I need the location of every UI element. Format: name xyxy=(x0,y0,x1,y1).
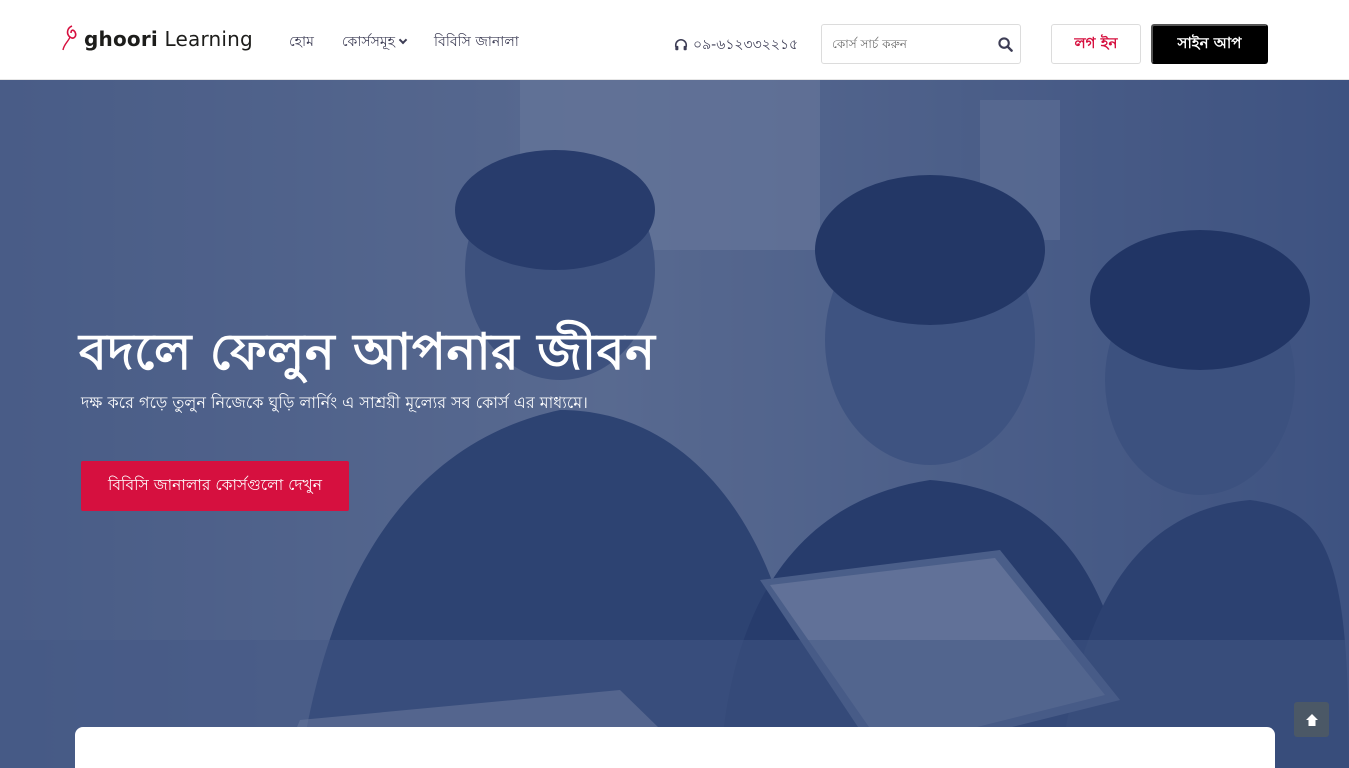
content-card xyxy=(75,727,1275,768)
course-search xyxy=(821,24,1021,64)
hero-title: বদলে ফেলুন আপনার জীবন xyxy=(79,322,656,381)
hero-color-overlay xyxy=(0,80,1349,768)
search-input[interactable] xyxy=(832,26,990,62)
logo-wordmark: ghoori Learning xyxy=(84,27,253,51)
nav-item-courses-dropdown[interactable]: কোর্সসমূহ xyxy=(341,30,408,54)
helpline[interactable]: ০৯-৬১২৩৩২২১৫ xyxy=(674,33,798,57)
login-button[interactable]: লগ ইন xyxy=(1051,24,1141,64)
main-nav: হোম কোর্সসমূহ বিবিসি জানালা xyxy=(289,30,547,54)
hero-subtitle: দক্ষ করে গড়ে তুলুন নিজেকে ঘুড়ি লার্নিং… xyxy=(81,393,588,412)
search-button[interactable] xyxy=(990,26,1020,62)
top-navbar: ghoori Learning হোম কোর্সসমূহ বিবিসি জান… xyxy=(0,0,1349,80)
headphones-icon xyxy=(674,39,688,51)
nav-item-label: বিবিসি জানালা xyxy=(434,34,519,50)
nav-item-label: হোম xyxy=(289,34,314,50)
hero-banner: বদলে ফেলুন আপনার জীবন দক্ষ করে গড়ে তুলু… xyxy=(0,80,1349,768)
logo-main-text: ghoori xyxy=(84,27,158,51)
arrow-up-icon xyxy=(1305,713,1318,726)
search-icon xyxy=(997,36,1013,52)
nav-item-home[interactable]: হোম xyxy=(289,30,314,54)
logo-secondary-text: Learning xyxy=(157,27,253,51)
scroll-to-top-button[interactable] xyxy=(1294,702,1329,737)
kite-logo-icon xyxy=(62,25,77,51)
signup-button[interactable]: সাইন আপ xyxy=(1151,24,1268,64)
helpline-number: ০৯-৬১২৩৩২২১৫ xyxy=(693,37,799,53)
chevron-down-icon xyxy=(398,35,408,45)
nav-item-bbc-janala[interactable]: বিবিসি জানালা xyxy=(434,30,519,54)
nav-item-label: কোর্সসমূহ xyxy=(341,34,396,50)
site-logo[interactable]: ghoori Learning xyxy=(62,22,253,56)
bbc-janala-courses-button[interactable]: বিবিসি জানালার কোর্সগুলো দেখুন xyxy=(81,461,349,511)
